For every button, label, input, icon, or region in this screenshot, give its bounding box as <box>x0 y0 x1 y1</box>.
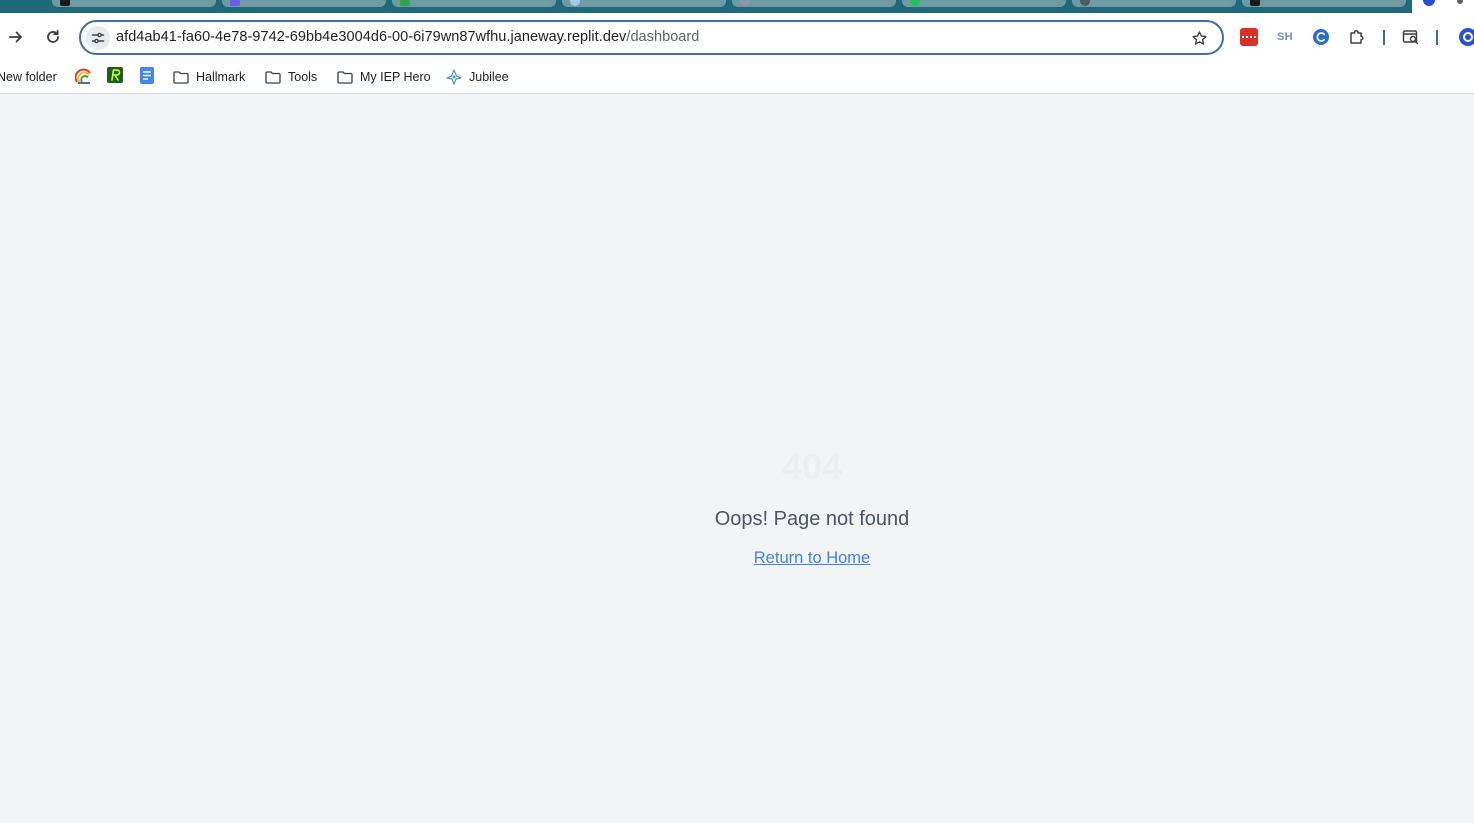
browser-tab[interactable] <box>562 0 726 7</box>
sh-extension-label: SH <box>1277 31 1293 43</box>
bookmark-folder-hallmark[interactable]: Hallmark <box>173 66 245 88</box>
site-settings-button[interactable] <box>86 26 110 50</box>
bookmark-label: Jubilee <box>469 70 509 84</box>
browser-toolbar: afd4ab41-fa60-4e78-9742-69bb4e3004d6-00-… <box>0 13 1474 61</box>
folder-icon <box>173 70 189 84</box>
reload-button[interactable] <box>41 25 65 49</box>
tab-favicon-icon <box>1080 0 1090 6</box>
arrow-right-icon <box>9 31 22 43</box>
tab-search-icon[interactable] <box>1399 25 1423 49</box>
address-bar[interactable]: afd4ab41-fa60-4e78-9742-69bb4e3004d6-00-… <box>79 20 1224 55</box>
browser-tab[interactable] <box>1242 0 1406 7</box>
close-icon[interactable] <box>1457 0 1463 4</box>
password-manager-extension-icon[interactable] <box>1237 25 1261 49</box>
bookmark-folder-my-iep-hero[interactable]: My IEP Hero <box>337 66 431 88</box>
browser-tab[interactable] <box>1072 0 1236 7</box>
not-found-panel: 404 Oops! Page not found Return to Home <box>0 445 1474 570</box>
bookmark-label: My IEP Hero <box>360 70 431 84</box>
error-code: 404 <box>781 446 843 487</box>
page-content: 404 Oops! Page not found Return to Home <box>0 95 1474 823</box>
tab-favicon-icon <box>740 0 750 6</box>
tab-favicon-icon <box>60 0 70 6</box>
tab-favicon-icon <box>910 0 920 6</box>
browser-tab[interactable] <box>222 0 386 7</box>
tune-icon <box>91 32 105 44</box>
url-path: /dashboard <box>626 29 700 45</box>
browser-tab[interactable] <box>52 0 216 7</box>
tab-favicon-icon <box>1250 0 1260 6</box>
bookmark-jubilee[interactable]: Jubilee <box>446 66 509 88</box>
url-host: afd4ab41-fa60-4e78-9742-69bb4e3004d6-00-… <box>116 29 627 45</box>
folder-icon <box>265 70 281 84</box>
error-message: Oops! Page not found <box>714 508 910 530</box>
bookmark-star-button[interactable] <box>1188 27 1210 49</box>
profile-indicator-icon <box>1423 0 1435 6</box>
rainbow-app-icon[interactable] <box>74 66 92 84</box>
bookmark-new-folder[interactable]: New folder <box>0 66 57 88</box>
green-r-app-icon[interactable] <box>106 66 124 84</box>
tab-favicon-icon <box>570 0 580 6</box>
puzzle-extensions-icon[interactable] <box>1345 25 1369 49</box>
bookmark-label: Hallmark <box>196 70 246 84</box>
grammar-extension-icon[interactable] <box>1309 25 1333 49</box>
forward-button[interactable] <box>4 25 28 49</box>
bookmarks-bar: New folder Hallmark Tools My IEP Hero Ju… <box>0 61 1474 94</box>
sh-extension-button[interactable]: SH <box>1273 25 1297 49</box>
bookmark-folder-tools[interactable]: Tools <box>265 66 317 88</box>
jubilee-icon <box>446 69 462 85</box>
bookmark-label: New folder <box>0 70 57 84</box>
browser-tab[interactable] <box>392 0 556 7</box>
bookmark-label: Tools <box>288 70 318 84</box>
toolbar-separator <box>1436 30 1438 45</box>
tab-strip <box>0 0 1474 13</box>
profile-avatar-icon[interactable] <box>1456 25 1474 49</box>
reload-icon <box>47 29 59 43</box>
tab-favicon-icon <box>400 0 410 6</box>
url-text[interactable]: afd4ab41-fa60-4e78-9742-69bb4e3004d6-00-… <box>116 29 699 45</box>
google-docs-icon[interactable] <box>138 66 156 84</box>
tab-favicon-icon <box>230 0 240 6</box>
browser-tab[interactable] <box>732 0 896 7</box>
browser-tab[interactable] <box>902 0 1066 7</box>
folder-icon <box>337 70 353 84</box>
return-home-link[interactable]: Return to Home <box>754 546 870 570</box>
star-icon <box>1191 30 1207 45</box>
toolbar-separator <box>1383 30 1385 45</box>
